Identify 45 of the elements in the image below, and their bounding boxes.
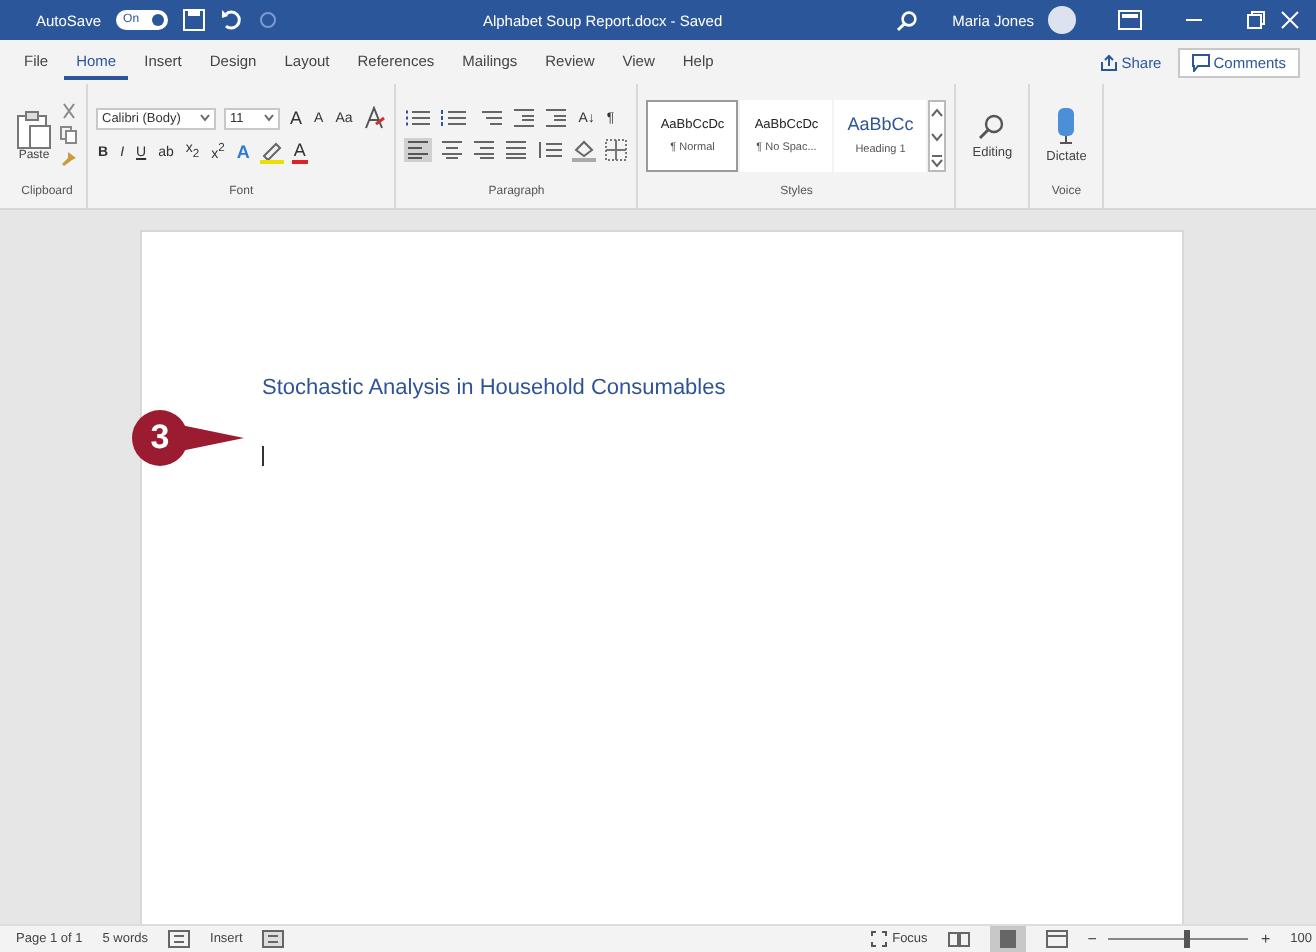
web-layout-icon[interactable] xyxy=(1045,930,1068,948)
gallery-scroll-icon[interactable] xyxy=(928,99,947,171)
increase-indent-icon[interactable] xyxy=(544,108,569,128)
dropdown-caret-icon[interactable] xyxy=(264,114,274,122)
search-icon[interactable] xyxy=(896,9,919,31)
avatar-icon[interactable] xyxy=(1048,6,1076,34)
zoom-out-button[interactable]: − xyxy=(1087,930,1097,948)
decrease-indent-icon[interactable] xyxy=(512,108,537,128)
undo-icon[interactable] xyxy=(219,8,244,32)
ribbon-display-icon[interactable] xyxy=(1118,10,1142,30)
close-icon[interactable] xyxy=(1280,10,1300,30)
borders-icon[interactable] xyxy=(604,138,629,162)
macro-icon[interactable] xyxy=(262,930,285,948)
comment-icon xyxy=(1191,53,1210,71)
document-heading: Stochastic Analysis in Household Consumables xyxy=(262,376,728,400)
highlighter-icon[interactable] xyxy=(259,140,284,164)
restore-icon[interactable] xyxy=(1246,10,1266,30)
text-cursor xyxy=(262,446,264,466)
microphone-icon xyxy=(1054,107,1079,143)
cut-icon[interactable] xyxy=(60,102,78,120)
share-icon xyxy=(1099,53,1118,71)
bullets-icon[interactable] xyxy=(404,108,433,128)
save-icon[interactable] xyxy=(181,8,206,32)
align-left-icon[interactable] xyxy=(404,138,433,162)
grow-font-button[interactable]: A xyxy=(288,108,305,128)
text-effects-button[interactable]: A xyxy=(234,142,252,162)
proofing-icon[interactable] xyxy=(168,930,191,948)
step-callout: 3 xyxy=(132,410,244,466)
center-icon[interactable] xyxy=(440,140,465,160)
line-spacing-icon[interactable] xyxy=(536,140,565,160)
justify-icon[interactable] xyxy=(504,140,529,160)
print-layout-icon[interactable] xyxy=(989,926,1026,952)
focus-icon xyxy=(870,930,889,948)
multilevel-list-icon[interactable] xyxy=(476,108,505,128)
dropdown-caret-icon[interactable] xyxy=(200,114,210,122)
zoom-slider-thumb[interactable] xyxy=(1183,930,1190,948)
search-icon xyxy=(978,111,1007,139)
shading-icon[interactable] xyxy=(572,138,597,162)
clear-formatting-icon[interactable] xyxy=(362,106,387,130)
read-mode-icon[interactable] xyxy=(947,930,970,948)
font-color-button[interactable]: A xyxy=(291,140,308,164)
zoom-in-button[interactable]: + xyxy=(1260,930,1271,948)
numbering-icon[interactable] xyxy=(440,108,469,128)
copy-icon[interactable] xyxy=(60,126,78,144)
align-right-icon[interactable] xyxy=(472,140,497,160)
